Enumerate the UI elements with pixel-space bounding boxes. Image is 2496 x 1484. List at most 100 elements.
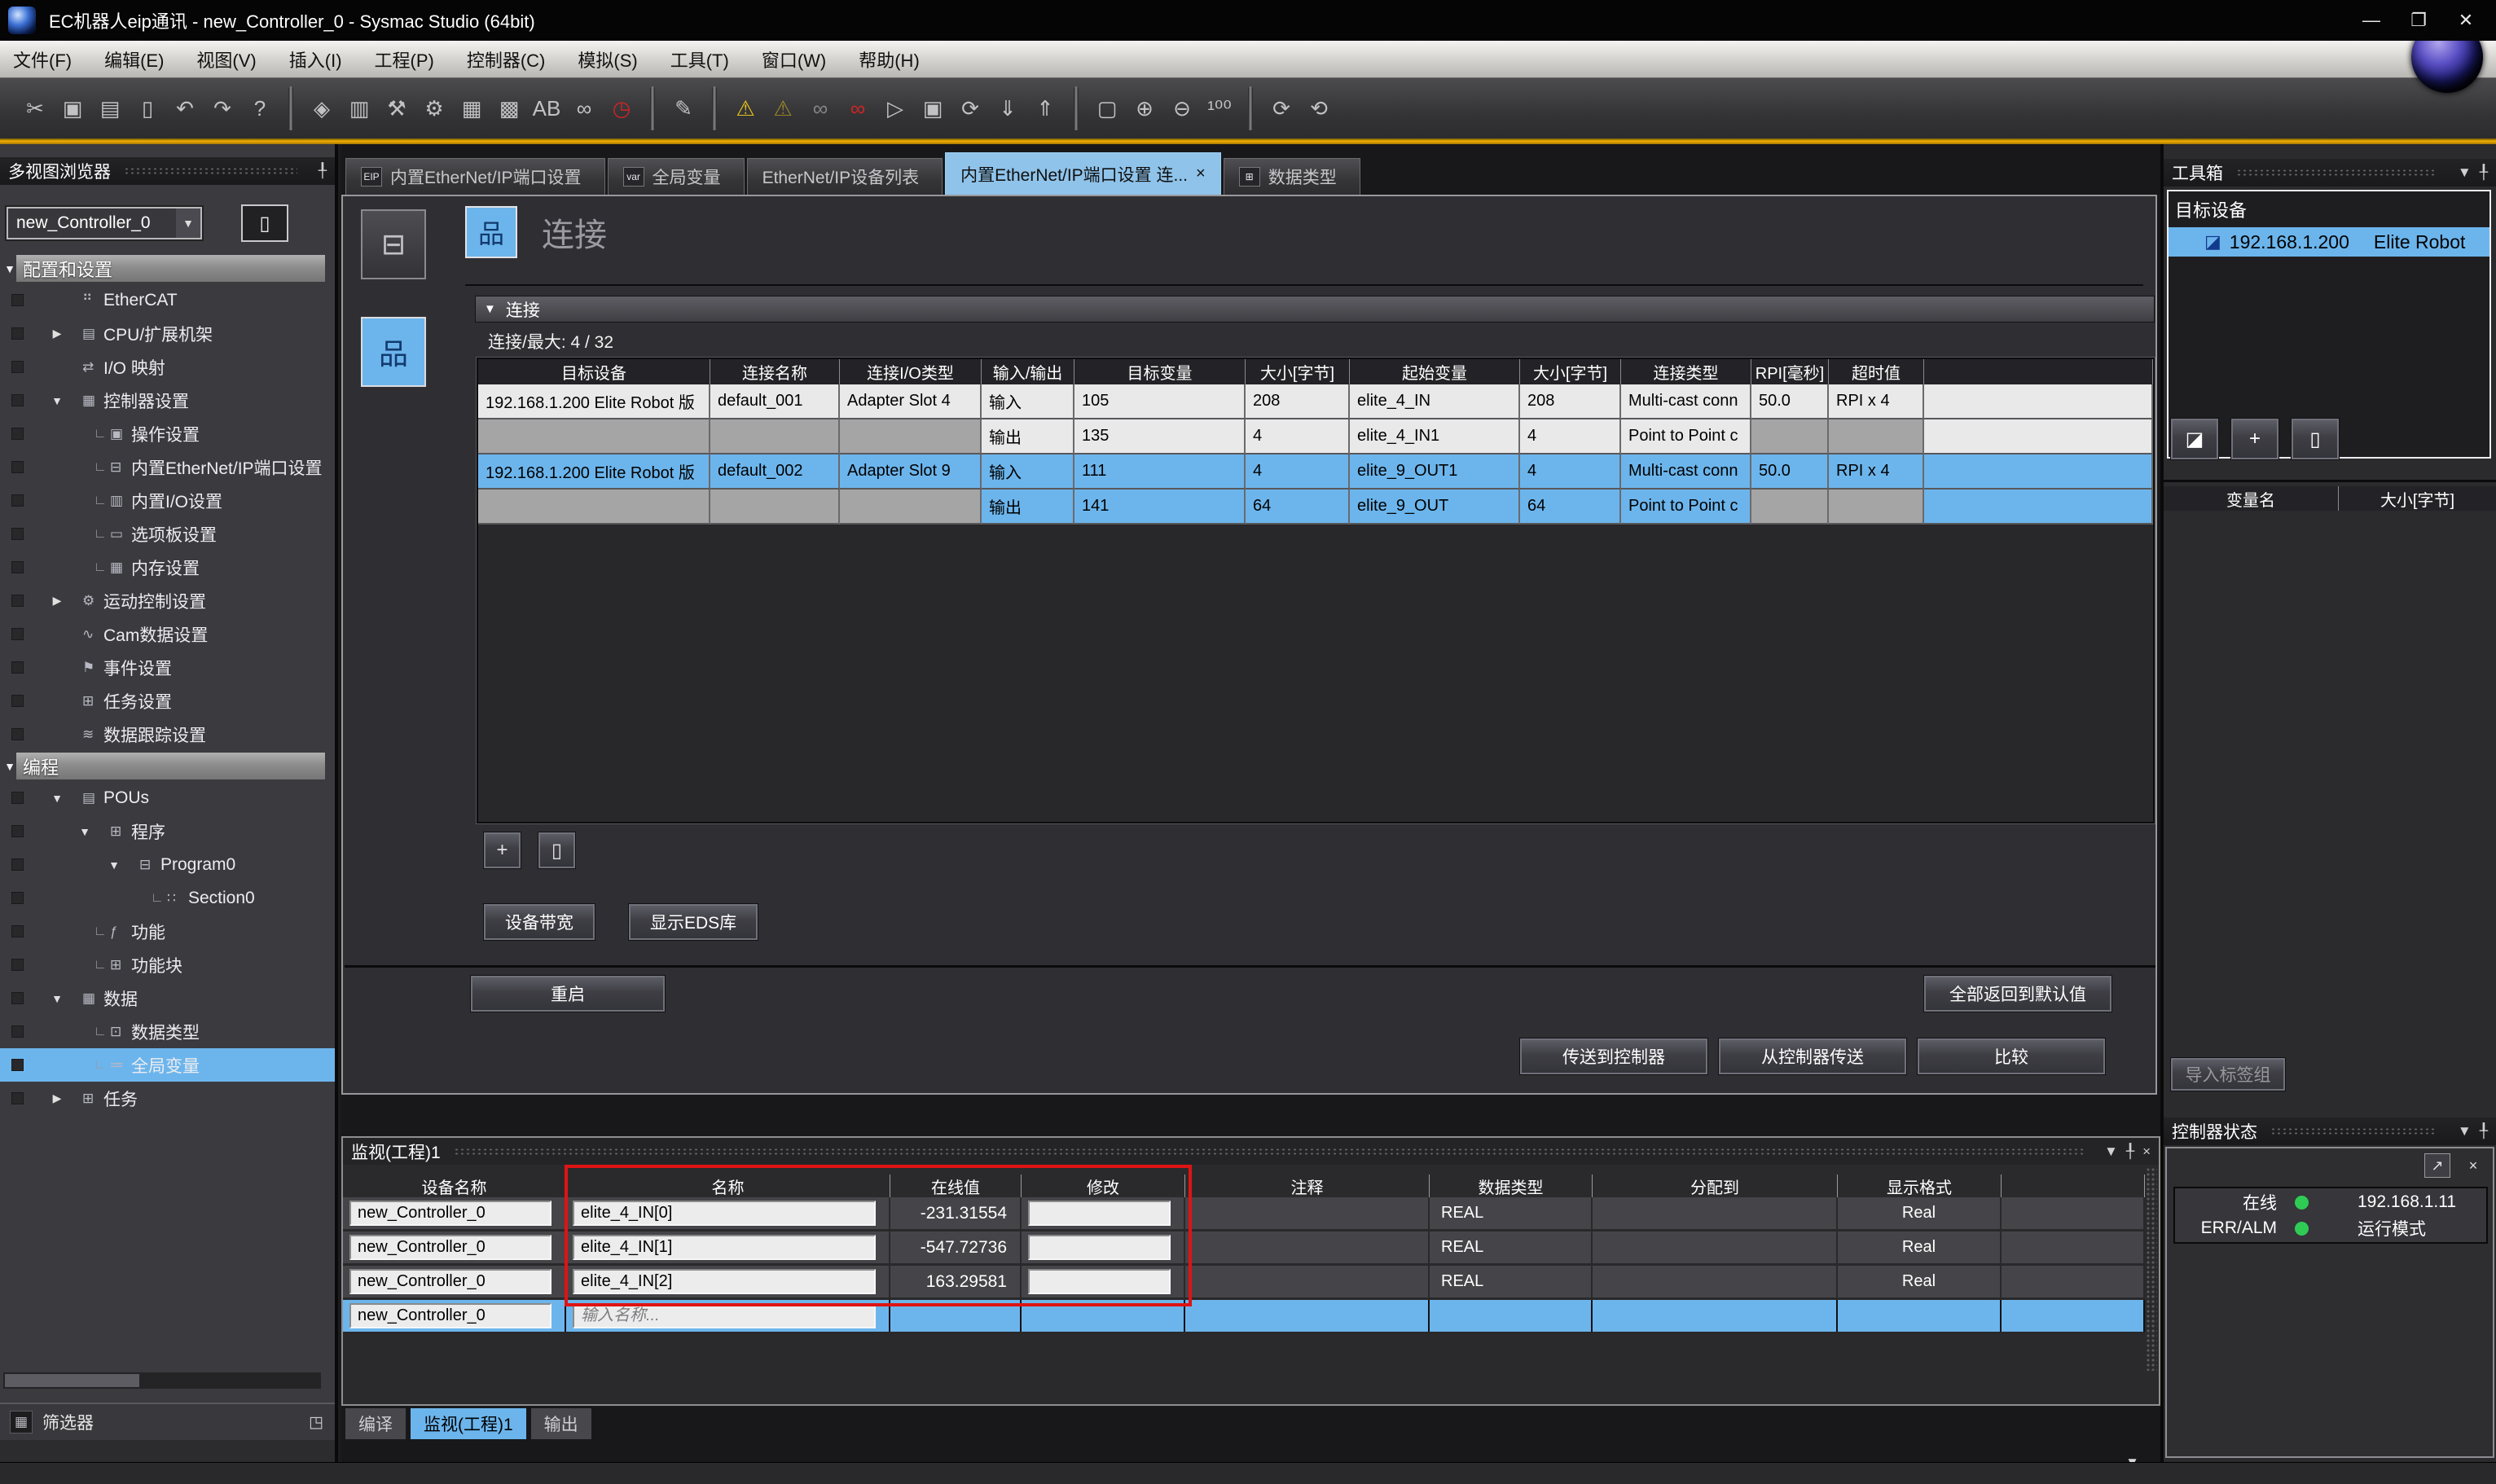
variable-name-field[interactable]: elite_4_IN[0]: [573, 1201, 876, 1226]
col-target-device[interactable]: 目标设备: [478, 359, 710, 384]
monitor-icon[interactable]: ∞: [802, 88, 839, 129]
tree-item[interactable]: ∟ ⊞ 功能块: [0, 948, 335, 981]
cell-timeout[interactable]: [1829, 490, 1924, 525]
col-size-bytes[interactable]: 大小[字节]: [2339, 486, 2496, 511]
cell-target-device[interactable]: 192.168.1.200 Elite Robot 版: [478, 454, 710, 490]
variable-name-field[interactable]: elite_4_IN[1]: [573, 1235, 876, 1260]
monitor-off-icon[interactable]: ∞: [839, 88, 877, 129]
restart-button[interactable]: 重启: [470, 975, 666, 1012]
col-allocated[interactable]: 分配到: [1593, 1174, 1838, 1197]
bottom-tab[interactable]: 输出: [531, 1408, 591, 1439]
drag-handle[interactable]: [2236, 169, 2437, 177]
menu-item[interactable]: 模拟(S): [578, 46, 637, 72]
pin-icon[interactable]: ╀: [2480, 1123, 2488, 1139]
watch-row[interactable]: new_Controller_0 elite_4_IN[1] -547.7273…: [343, 1232, 2145, 1266]
expander-icon[interactable]: ▼: [3, 760, 16, 773]
col-comment[interactable]: 注释: [1185, 1174, 1430, 1197]
col-modify[interactable]: 修改: [1022, 1174, 1185, 1197]
menu-item[interactable]: 工具(T): [670, 46, 729, 72]
tree-item[interactable]: ⚑ 事件设置: [0, 651, 335, 684]
close-icon[interactable]: ×: [2142, 1144, 2151, 1160]
drag-handle[interactable]: [124, 167, 297, 175]
view-3d-icon[interactable]: ◈: [303, 88, 341, 129]
connection-row[interactable]: 192.168.1.200 Elite Robot 版 default_001 …: [478, 384, 2153, 419]
device-name-field[interactable]: new_Controller_0: [349, 1269, 551, 1294]
document-tab[interactable]: EtherNet/IP设备列表: [747, 158, 943, 195]
menu-item[interactable]: 编辑(E): [104, 46, 164, 72]
col-display-format[interactable]: 显示格式: [1838, 1174, 2002, 1197]
search-icon[interactable]: ∞: [565, 88, 603, 129]
menu-item[interactable]: 插入(I): [289, 46, 342, 72]
connection-row[interactable]: 输出 135 4 elite_4_IN1 4 Point to Point c: [478, 419, 2153, 454]
zoom-100-icon[interactable]: ¹⁰⁰: [1201, 88, 1238, 129]
cell-rpi[interactable]: [1751, 490, 1829, 525]
collapse-icon[interactable]: ▼: [484, 302, 496, 316]
col-connection-name[interactable]: 连接名称: [710, 359, 840, 384]
pin-icon[interactable]: ╀: [319, 163, 327, 179]
transfer-from-controller-button[interactable]: 从控制器传送: [1718, 1038, 1907, 1075]
watch-row[interactable]: new_Controller_0 elite_4_IN[2] 163.29581…: [343, 1266, 2145, 1300]
cell-target-device[interactable]: [478, 490, 710, 525]
cell-timeout[interactable]: [1829, 419, 1924, 454]
tree-item[interactable]: ≋ 数据跟踪设置: [0, 718, 335, 751]
cell-originator-variable[interactable]: elite_4_IN: [1350, 384, 1520, 419]
expander-icon[interactable]: ▼: [48, 792, 66, 805]
tree-item[interactable]: ∟ ⊟ 内置EtherNet/IP端口设置: [0, 450, 335, 484]
tree-item[interactable]: ⠛ EtherCAT: [0, 283, 335, 317]
col-variable-name[interactable]: 变量名: [2164, 486, 2339, 511]
document-tab[interactable]: 内置EtherNet/IP端口设置 连... ×: [945, 152, 1221, 195]
cell-rpi[interactable]: 50.0: [1751, 454, 1829, 490]
tree-item[interactable]: ▼ ⊞ 程序: [0, 814, 335, 848]
cell-connection-name[interactable]: default_001: [710, 384, 840, 419]
expander-icon[interactable]: ▼: [76, 825, 94, 838]
display-format-cell[interactable]: Real: [1838, 1197, 2002, 1229]
menu-item[interactable]: 文件(F): [13, 46, 72, 72]
tool-icon[interactable]: ⚒: [378, 88, 415, 129]
transfer-step-icon[interactable]: ▷: [877, 88, 914, 129]
cell-size-1[interactable]: 208: [1246, 384, 1350, 419]
print-icon[interactable]: ▥: [341, 88, 378, 129]
cell-target-variable[interactable]: 111: [1074, 454, 1246, 490]
undo-icon[interactable]: ↶: [166, 88, 204, 129]
tree-item[interactable]: ▼ 编程: [0, 751, 335, 781]
connection-row[interactable]: 输出 141 64 elite_9_OUT 64 Point to Point …: [478, 490, 2153, 525]
cell-io-type[interactable]: [840, 490, 982, 525]
edit-run-icon[interactable]: ✎: [665, 88, 702, 129]
comment-cell[interactable]: [1185, 1197, 1430, 1229]
expand-icon[interactable]: ↗: [2424, 1153, 2450, 1178]
modify-field[interactable]: [1028, 1235, 1171, 1260]
cell-connection-type[interactable]: Multi-cast conn: [1621, 454, 1751, 490]
tree-item[interactable]: ▶ ⚙ 运动控制设置: [0, 584, 335, 617]
tree-item[interactable]: ∟ ▦ 内存设置: [0, 551, 335, 584]
tree-item[interactable]: ∿ Cam数据设置: [0, 617, 335, 651]
comment-cell[interactable]: [1185, 1232, 1430, 1263]
find-replace-icon[interactable]: AB: [528, 88, 565, 129]
pin-icon[interactable]: ╀: [2126, 1144, 2134, 1160]
filter-bar[interactable]: ▦ 筛选器 ◳: [0, 1403, 335, 1440]
col-io-type[interactable]: 连接I/O类型: [840, 359, 982, 384]
col-originator-variable[interactable]: 起始变量: [1350, 359, 1520, 384]
tree-item[interactable]: ∟ ≔ 全局变量: [0, 1048, 335, 1082]
maximize-button[interactable]: ❐: [2395, 3, 2442, 37]
cell-direction[interactable]: 输入: [982, 454, 1074, 490]
watch-new-row[interactable]: new_Controller_0: [343, 1300, 2145, 1334]
connection-row[interactable]: 192.168.1.200 Elite Robot 版 default_002 …: [478, 454, 2153, 490]
document-tab[interactable]: ⊞ 数据类型: [1224, 158, 1360, 195]
loop-forward-icon[interactable]: ⟳: [1263, 88, 1300, 129]
col-direction[interactable]: 输入/输出: [982, 359, 1074, 384]
cut-icon[interactable]: ✂: [16, 88, 54, 129]
build-icon[interactable]: ⚙: [415, 88, 453, 129]
chevron-down-icon[interactable]: ▼: [176, 209, 200, 238]
device-name-field[interactable]: new_Controller_0: [349, 1235, 551, 1260]
device-bandwidth-button[interactable]: 设备带宽: [483, 903, 595, 941]
upload-from-controller-icon[interactable]: ⇑: [1026, 88, 1064, 129]
zoom-fit-icon[interactable]: ▢: [1088, 88, 1126, 129]
drag-handle[interactable]: [454, 1148, 2083, 1156]
transfer-to-controller-button[interactable]: 传送到控制器: [1519, 1038, 1708, 1075]
tree-item[interactable]: ∟ ƒ 功能: [0, 915, 335, 948]
controller-select[interactable]: new_Controller_0 ▼: [7, 207, 202, 239]
add-connection-button[interactable]: +: [483, 832, 521, 869]
expander-icon[interactable]: ▼: [3, 262, 16, 275]
target-device-item[interactable]: ◪ 192.168.1.200 Elite Robot: [2169, 227, 2489, 257]
cell-size-2[interactable]: 4: [1520, 454, 1621, 490]
